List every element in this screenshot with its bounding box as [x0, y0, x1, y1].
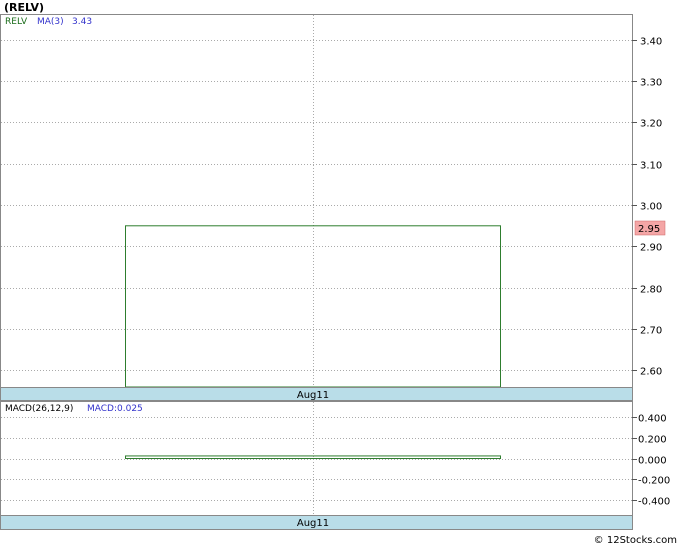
price-legend-symbol: RELV	[5, 17, 28, 27]
price-tick-label: 3.10	[640, 161, 662, 172]
price-tick-label: 2.80	[640, 285, 662, 296]
macd-tick-label: -0.400	[638, 497, 670, 508]
price-plot-frame	[0, 14, 633, 388]
price-legend-ma-label: MA(3)	[37, 17, 64, 27]
price-tick-label: 3.00	[640, 202, 662, 213]
price-tick-label: 3.20	[640, 119, 662, 130]
macd-tick-label: 0.400	[638, 414, 667, 425]
price-date-label: Aug11	[297, 390, 329, 401]
price-tick-label: 2.70	[640, 326, 662, 337]
macd-date-label: Aug11	[297, 518, 329, 529]
price-tick-label: 2.90	[640, 243, 662, 254]
price-legend-ma-value: 3.43	[72, 17, 92, 27]
price-y-axis: 3.40 3.30 3.20 3.10 3.00 2.90 2.80 2.70 2.60	[632, 37, 662, 378]
price-tick-label: 3.30	[640, 78, 662, 89]
watermark: © 12Stocks.com	[594, 535, 677, 546]
macd-tick-label: -0.200	[638, 476, 670, 487]
macd-y-axis: 0.400 0.200 0.000 -0.200 -0.400	[632, 414, 670, 508]
price-panel: 3.40 3.30 3.20 3.10 3.00 2.90 2.80 2.70 2.60 2.9…	[0, 14, 666, 401]
macd-legend-label: MACD(26,12,9)	[5, 404, 73, 414]
macd-tick-label: 0.000	[638, 456, 667, 467]
price-tick-label: 2.60	[640, 367, 662, 378]
price-tick-label: 3.40	[640, 37, 662, 48]
macd-panel: 0.400 0.200 0.000 -0.200 -0.400 MACD(26,12,9…	[0, 401, 670, 530]
last-price-label: 2.95	[638, 224, 660, 235]
chart-title: (RELV)	[4, 1, 44, 14]
stock-chart: (RELV) 3.40 3.30 3.20 3.10 3.00 2.90 2.80 2.70 2…	[0, 1, 677, 546]
macd-tick-label: 0.200	[638, 435, 667, 446]
macd-legend-value: MACD:0.025	[87, 404, 143, 414]
